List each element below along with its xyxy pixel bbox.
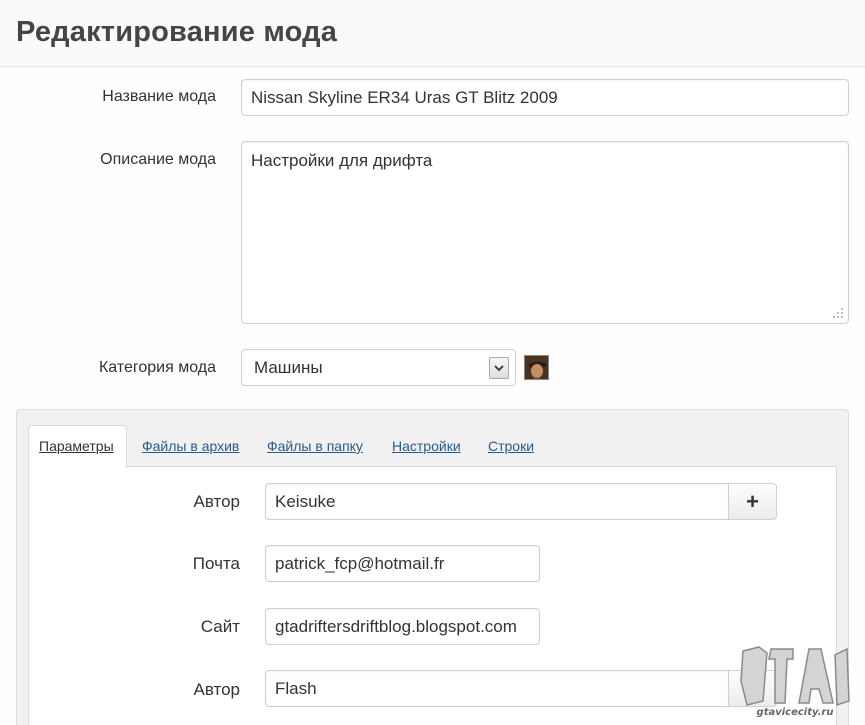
email-value: patrick_fcp@hotmail.fr — [275, 553, 445, 573]
site-input[interactable]: gtadriftersdriftblog.blogspot.com — [265, 608, 540, 645]
mod-category-select[interactable]: Машины — [241, 349, 516, 386]
mod-name-label: Название мода — [102, 88, 216, 105]
author-label: Автор — [193, 492, 240, 511]
tab-strings[interactable]: Строки — [488, 438, 534, 454]
email-label: Почта — [192, 554, 240, 573]
mod-description-label: Описание мода — [100, 151, 216, 168]
mod-description-value: Настройки для дрифта — [251, 151, 433, 170]
author-value: Keisuke — [275, 491, 336, 511]
author2-value: Flash — [275, 678, 317, 698]
author2-input[interactable]: Flash — [265, 670, 729, 707]
watermark-logo: gtavicecity.ru — [740, 646, 850, 718]
watermark-text: gtavicecity.ru — [757, 707, 834, 718]
page-title: Редактирование мода — [16, 16, 338, 48]
resize-grip-icon[interactable] — [832, 307, 844, 319]
tab-settings[interactable]: Настройки — [392, 438, 461, 454]
avatar-icon[interactable] — [524, 355, 549, 380]
tab-archive-files[interactable]: Файлы в архив — [142, 438, 239, 454]
add-author-button[interactable]: + — [728, 483, 777, 520]
email-input[interactable]: patrick_fcp@hotmail.fr — [265, 545, 540, 582]
plus-icon: + — [746, 488, 759, 514]
tab-params-label[interactable]: Параметры — [39, 438, 114, 454]
page-header: Редактирование мода — [0, 0, 865, 67]
site-value: gtadriftersdriftblog.blogspot.com — [275, 616, 517, 636]
mod-category-label: Категория мода — [98, 359, 216, 376]
author2-label: Автор — [193, 680, 240, 699]
mod-category-value: Машины — [254, 357, 323, 377]
site-label: Сайт — [200, 617, 240, 636]
mod-description-textarea[interactable]: Настройки для дрифта — [241, 141, 849, 324]
mod-name-input[interactable]: Nissan Skyline ER34 Uras GT Blitz 2009 — [241, 79, 849, 116]
chevron-down-icon[interactable] — [489, 357, 509, 379]
tabs-divider — [28, 466, 837, 467]
tab-folder-files[interactable]: Файлы в папку — [267, 438, 363, 454]
author-input[interactable]: Keisuke — [265, 483, 729, 520]
mod-name-value: Nissan Skyline ER34 Uras GT Blitz 2009 — [251, 87, 558, 107]
